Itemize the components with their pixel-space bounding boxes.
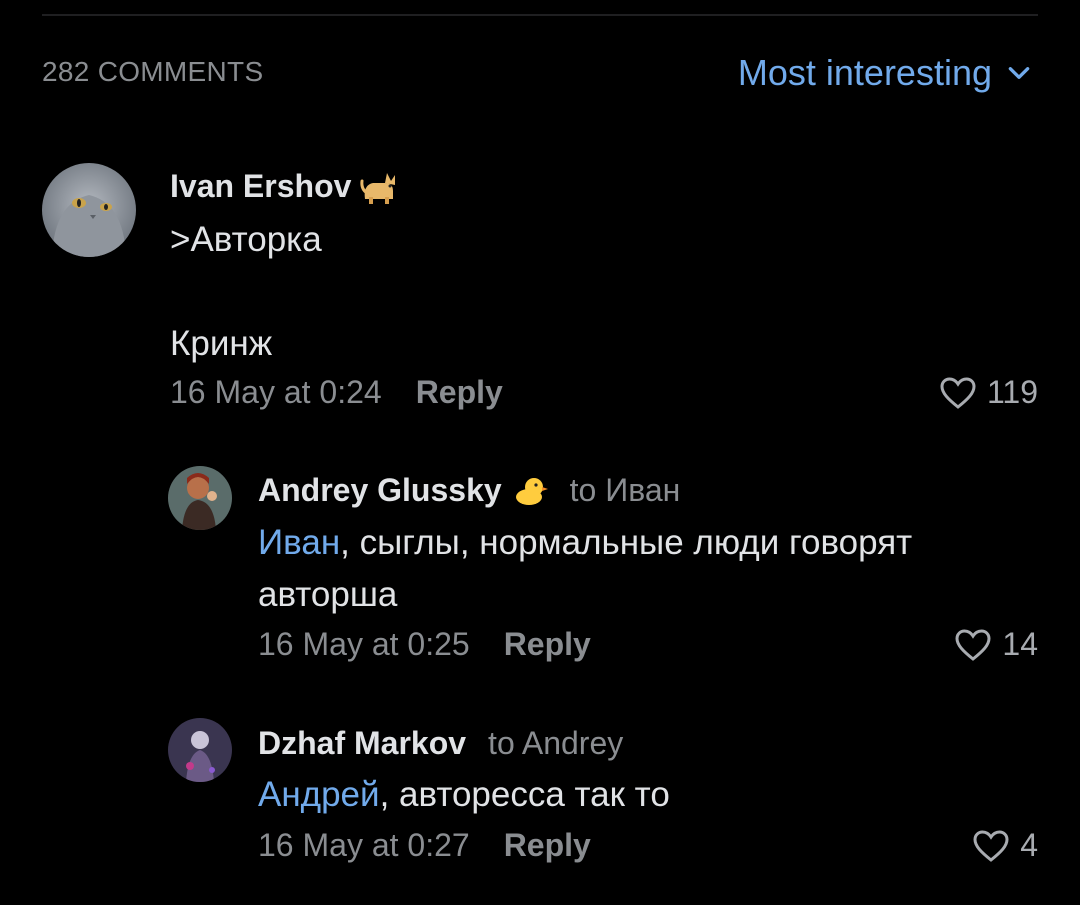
like-count: 4 [1020,827,1038,863]
like-count: 14 [1002,626,1038,662]
reply-to-label[interactable]: to Иван [570,472,681,509]
top-divider [42,14,1038,16]
cat-emoji-icon [359,169,399,205]
chick-emoji-icon [514,475,548,507]
like-button[interactable]: 119 [939,374,1038,411]
comment-date[interactable]: 16 May at 0:24 [170,374,382,411]
comment-meta: 16 May at 0:27 Reply [258,827,591,864]
sort-dropdown[interactable]: Most interesting [738,52,1032,94]
heart-icon [973,829,1009,862]
heart-icon [955,628,991,661]
comment-text: Андрей, авторесса так то [258,769,670,821]
author-name[interactable]: Andrey Glussky [258,472,502,509]
like-button[interactable]: 4 [972,827,1038,864]
avatar[interactable] [168,718,232,782]
author-line: Dzhaf Markov to Andrey [258,725,623,762]
author-name[interactable]: Ivan Ershov [170,168,351,205]
comment-body: , авторесса так то [379,775,670,814]
reply-button[interactable]: Reply [504,827,591,864]
chevron-down-icon [1008,67,1030,79]
reply-to-label[interactable]: to Andrey [488,725,623,762]
avatar[interactable] [42,163,136,257]
mention-link[interactable]: Иван [258,523,340,562]
sort-label: Most interesting [737,52,992,93]
comment-body: , сыглы, нормальные люди говорят авторша [258,523,913,614]
comment-meta: 16 May at 0:24 Reply [170,374,503,411]
author-line: Andrey Glussky to Иван [258,472,680,509]
like-button[interactable]: 14 [954,626,1038,663]
author-line: Ivan Ershov [170,168,399,205]
reply-button[interactable]: Reply [416,374,503,411]
comment-meta: 16 May at 0:25 Reply [258,626,591,663]
heart-icon [940,376,976,409]
reply-button[interactable]: Reply [504,626,591,663]
mention-link[interactable]: Андрей [258,775,380,814]
author-name[interactable]: Dzhaf Markov [258,725,466,762]
comment-text: >Авторка Кринж [170,220,322,363]
comments-count: 282 COMMENTS [42,56,264,87]
comment-text: Иван, сыглы, нормальные люди говорят авт… [258,517,912,621]
comment-date[interactable]: 16 May at 0:27 [258,827,470,864]
comment-date[interactable]: 16 May at 0:25 [258,626,470,663]
avatar[interactable] [168,466,232,530]
like-count: 119 [986,374,1038,410]
